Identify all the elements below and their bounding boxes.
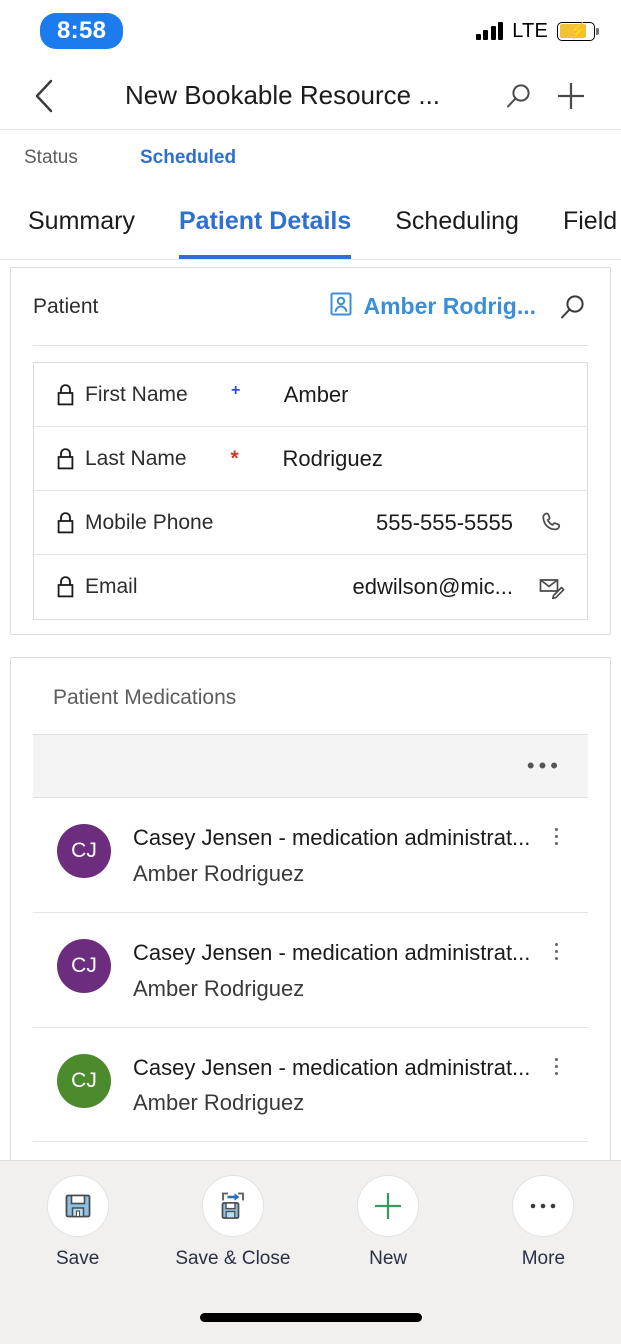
field-row-last-name[interactable]: Last Name * Rodriguez	[34, 427, 587, 491]
required-marker-first-name: +	[188, 382, 284, 407]
lock-icon	[56, 575, 75, 599]
status-badge[interactable]: Scheduled	[140, 147, 236, 169]
field-label-mobile-phone: Mobile Phone	[85, 511, 213, 535]
more-vertical-icon[interactable]	[546, 1058, 566, 1075]
tab-field-service[interactable]: Field S	[563, 186, 621, 259]
field-row-first-name[interactable]: First Name + Amber	[34, 363, 587, 427]
patient-fields-group: First Name + Amber Last Name * Rodriguez	[33, 362, 588, 620]
list-item-text: Casey Jensen - medication administrat...…	[111, 1052, 546, 1120]
patient-medications-card: Patient Medications ••• CJ Casey Jensen …	[10, 657, 611, 1245]
patient-search-icon[interactable]	[558, 292, 588, 322]
plus-icon[interactable]	[545, 74, 597, 118]
field-label-email: Email	[85, 575, 138, 599]
page-title: New Bookable Resource ...	[66, 80, 493, 111]
back-button[interactable]	[22, 74, 66, 118]
field-value-email[interactable]: edwilson@mic...	[234, 574, 527, 600]
list-item-text: Casey Jensen - medication administrat...…	[111, 822, 546, 890]
save-button-label: Save	[56, 1248, 99, 1270]
list-item-text: Casey Jensen - medication administrat...…	[111, 937, 546, 1005]
list-item[interactable]: CJ Casey Jensen - medication administrat…	[33, 913, 588, 1028]
status-bar: 8:58 LTE ⚡	[0, 0, 621, 62]
list-item-secondary: Amber Rodriguez	[133, 973, 546, 1005]
save-button[interactable]: Save	[0, 1175, 155, 1270]
status-strip: Status Scheduled	[0, 130, 621, 186]
lock-icon	[56, 511, 75, 535]
lock-icon	[56, 447, 75, 471]
tab-patient-details[interactable]: Patient Details	[179, 186, 351, 259]
email-icon[interactable]	[527, 575, 565, 599]
more-button-label: More	[522, 1248, 565, 1270]
more-vertical-icon[interactable]	[546, 828, 566, 845]
tab-scheduling[interactable]: Scheduling	[395, 186, 519, 259]
cellular-signal-icon	[476, 22, 504, 40]
search-icon[interactable]	[493, 74, 545, 118]
lock-icon	[56, 383, 75, 407]
network-type-label: LTE	[512, 20, 548, 43]
list-item-primary: Casey Jensen - medication administrat...	[133, 937, 546, 969]
avatar: CJ	[57, 824, 111, 878]
more-button[interactable]: More	[466, 1175, 621, 1270]
battery-charging-icon: ⚡	[557, 22, 595, 41]
save-and-close-button[interactable]: Save & Close	[155, 1175, 310, 1270]
field-row-mobile-phone[interactable]: Mobile Phone 555-555-5555	[34, 491, 587, 555]
patient-lookup-label: Patient	[33, 295, 98, 319]
save-floppy-icon	[47, 1175, 109, 1237]
command-bar: Save Save & Close New	[0, 1160, 621, 1344]
field-value-first-name[interactable]: Amber	[284, 382, 527, 408]
list-item-secondary: Amber Rodriguez	[133, 858, 546, 890]
tab-summary[interactable]: Summary	[28, 186, 135, 259]
save-and-close-icon	[202, 1175, 264, 1237]
tab-bar[interactable]: Summary Patient Details Scheduling Field…	[0, 186, 621, 260]
list-item[interactable]: CJ Casey Jensen - medication administrat…	[33, 798, 588, 913]
phone-icon[interactable]	[527, 510, 565, 536]
status-bar-indicators: LTE ⚡	[476, 20, 595, 43]
patient-medications-title: Patient Medications	[11, 658, 610, 734]
field-row-email[interactable]: Email edwilson@mic...	[34, 555, 587, 619]
patient-lookup-value[interactable]: Amber Rodrig...	[328, 291, 536, 323]
avatar: CJ	[57, 939, 111, 993]
more-vertical-icon[interactable]	[546, 943, 566, 960]
new-button[interactable]: New	[311, 1175, 466, 1270]
field-label-first-name: First Name	[85, 383, 188, 407]
required-marker-last-name: *	[187, 447, 283, 471]
list-item-primary: Casey Jensen - medication administrat...	[133, 1052, 546, 1084]
list-item-secondary: Amber Rodriguez	[133, 1087, 546, 1119]
more-horizontal-icon[interactable]: •••	[527, 755, 562, 777]
medications-toolbar[interactable]: •••	[33, 734, 588, 798]
save-and-close-button-label: Save & Close	[175, 1248, 290, 1270]
plus-icon	[357, 1175, 419, 1237]
list-item[interactable]: CJ Casey Jensen - medication administrat…	[33, 1028, 588, 1143]
status-bar-clock: 8:58	[40, 13, 123, 49]
field-value-mobile-phone[interactable]: 555-555-5555	[309, 510, 527, 536]
app-header: New Bookable Resource ...	[0, 62, 621, 130]
patient-name-link[interactable]: Amber Rodrig...	[363, 293, 536, 320]
avatar: CJ	[57, 1054, 111, 1108]
contact-card-icon	[328, 291, 354, 323]
list-item-primary: Casey Jensen - medication administrat...	[133, 822, 546, 854]
field-label-last-name: Last Name	[85, 447, 187, 471]
more-horizontal-icon	[512, 1175, 574, 1237]
mobile-app-screen: 8:58 LTE ⚡ New Bookable Resource ... Sta…	[0, 0, 621, 1344]
new-button-label: New	[369, 1248, 407, 1270]
field-value-last-name[interactable]: Rodriguez	[283, 446, 527, 472]
patient-details-card: Patient Amber Rodrig... First	[10, 267, 611, 635]
status-label: Status	[24, 147, 140, 169]
patient-lookup-row[interactable]: Patient Amber Rodrig...	[33, 268, 588, 346]
home-indicator	[200, 1313, 422, 1322]
